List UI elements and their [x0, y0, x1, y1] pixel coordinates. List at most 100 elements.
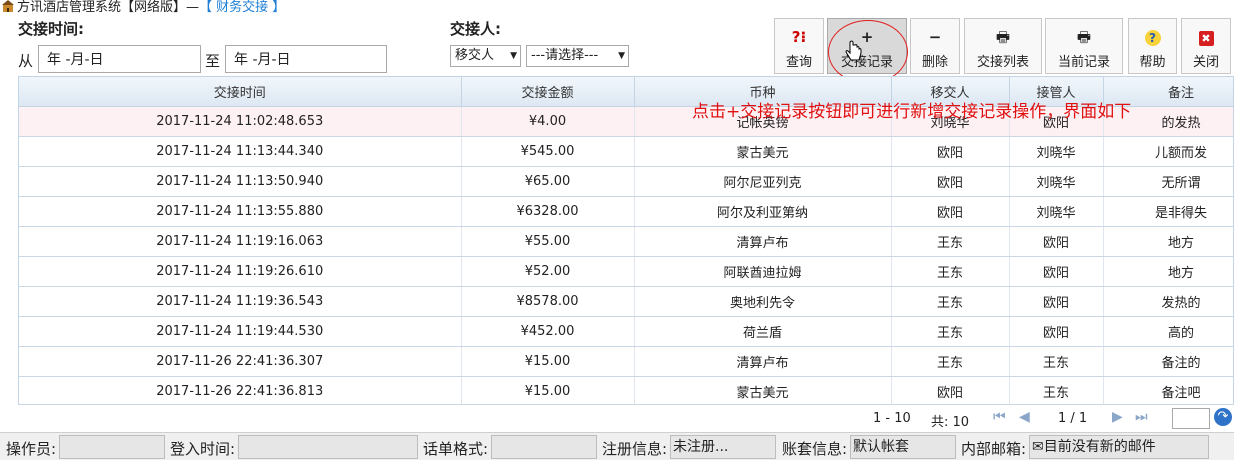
account-info-label: 账套信息:: [782, 440, 848, 458]
tutorial-annotation: 点击+交接记录按钮即可进行新增交接记录操作，界面如下: [692, 102, 1132, 122]
dropdown-arrow-icon: ▼: [510, 51, 517, 61]
app-title: 方讯酒店管理系统【网络版】—: [17, 0, 200, 15]
cell-currency: 阿尔尼亚列克: [634, 166, 892, 197]
operator-label: 操作员:: [6, 440, 57, 458]
time-filter-label: 交接时间:: [18, 20, 84, 38]
person-role-value: 移交人: [455, 48, 495, 63]
cell-currency: 蒙古美元: [634, 376, 892, 407]
cell-handover-person: 王东: [891, 316, 1010, 347]
close-icon: ✖: [1182, 27, 1230, 49]
login-time-label: 登入时间:: [170, 440, 236, 458]
cell-remark: 高的: [1103, 316, 1233, 347]
cell-amount: ¥65.00: [461, 166, 635, 197]
cell-time: 2017-11-26 22:41:36.307: [19, 346, 462, 377]
cell-amount: ¥4.00: [461, 106, 635, 137]
table-row[interactable]: 2017-11-24 11:13:55.880 ¥6328.00 阿尔及利亚第纳 欧阳…: [19, 196, 1233, 227]
column-header-amount[interactable]: 交接金额: [461, 77, 635, 107]
cell-amount: ¥452.00: [461, 316, 635, 347]
table-row[interactable]: 2017-11-24 11:13:50.940 ¥65.00 阿尔尼亚列克 欧阳 刘晓华…: [19, 166, 1233, 197]
cell-time: 2017-11-24 11:19:26.610: [19, 256, 462, 287]
next-page-icon[interactable]: ▶: [1112, 409, 1123, 425]
cell-receiver: 刘晓华: [1009, 136, 1104, 167]
cell-handover-person: 欧阳: [891, 196, 1010, 227]
cell-remark: 发热的: [1103, 286, 1233, 317]
current-record-button[interactable]: 🖶 当前记录: [1045, 18, 1123, 74]
account-info-field: 默认帐套: [850, 435, 956, 459]
from-date-input[interactable]: [38, 45, 201, 73]
table-row[interactable]: 2017-11-24 11:19:36.543 ¥8578.00 奥地利先令 王东 欧阳…: [19, 286, 1233, 317]
table-row[interactable]: 2017-11-24 11:13:44.340 ¥545.00 蒙古美元 欧阳 刘晓华儿…: [19, 136, 1233, 167]
person-select[interactable]: ---请选择--- ▼: [526, 45, 629, 67]
cell-currency: 清算卢布: [634, 226, 892, 257]
internal-mail-label: 内部邮箱:: [961, 440, 1027, 458]
printer-icon: 🖶: [1076, 28, 1092, 46]
cell-time: 2017-11-24 11:13:55.880: [19, 196, 462, 227]
cell-amount: ¥545.00: [461, 136, 635, 167]
cell-receiver: 欧阳: [1009, 256, 1104, 287]
record-total: 共: 10: [931, 415, 970, 430]
cell-handover-person: 欧阳: [891, 376, 1010, 407]
person-select-value: ---请选择---: [531, 48, 599, 63]
highlight-circle: [828, 20, 908, 84]
register-info-field: 未注册...: [670, 435, 776, 459]
cell-amount: ¥15.00: [461, 346, 635, 377]
column-header-time[interactable]: 交接时间: [19, 77, 462, 107]
operator-field: [59, 435, 165, 459]
help-label: 帮助: [1139, 55, 1166, 70]
cell-remark: 是非得失: [1103, 196, 1233, 227]
table-row[interactable]: 2017-11-26 22:41:36.813 ¥15.00 蒙古美元 欧阳 王东 备注吧: [19, 376, 1233, 407]
cell-amount: ¥6328.00: [461, 196, 635, 227]
cell-currency: 荷兰盾: [634, 316, 892, 347]
hand-cursor-icon: [845, 40, 863, 68]
person-role-select[interactable]: 移交人 ▼: [450, 45, 521, 67]
delete-label: 删除: [921, 55, 948, 70]
close-button[interactable]: ✖ 关闭: [1181, 18, 1231, 74]
from-label: 从: [18, 52, 34, 70]
cell-amount: ¥8578.00: [461, 286, 635, 317]
status-bar: 操作员: 登入时间: 话单格式: 注册信息: 未注册... 账套信息: 默认帐套…: [0, 432, 1234, 460]
cell-handover-person: 王东: [891, 256, 1010, 287]
cell-remark: 地方: [1103, 256, 1233, 287]
bill-format-field: [491, 435, 597, 459]
handover-table: 交接时间 交接金额 币种 移交人 接管人 备注 2017-11-24 11:02…: [18, 76, 1234, 431]
cell-time: 2017-11-24 11:19:36.543: [19, 286, 462, 317]
cell-handover-person: 王东: [891, 346, 1010, 377]
cell-receiver: 欧阳: [1009, 226, 1104, 257]
cell-remark: 儿额而发: [1103, 136, 1233, 167]
prev-page-icon[interactable]: ◀: [1019, 409, 1030, 425]
cell-time: 2017-11-24 11:19:16.063: [19, 226, 462, 257]
to-date-input[interactable]: [225, 45, 387, 73]
cell-handover-person: 王东: [891, 286, 1010, 317]
table-row[interactable]: 2017-11-24 11:19:26.610 ¥52.00 阿联酋迪拉姆 王东 欧阳地…: [19, 256, 1233, 287]
cell-receiver: 刘晓华: [1009, 196, 1104, 227]
cell-amount: ¥55.00: [461, 226, 635, 257]
table-row[interactable]: 2017-11-26 22:41:36.307 ¥15.00 清算卢布 王东 王东 备注的: [19, 346, 1233, 377]
handover-list-label: 交接列表: [976, 55, 1029, 70]
go-page-icon[interactable]: ↷: [1214, 408, 1232, 426]
cell-amount: ¥15.00: [461, 376, 635, 407]
table-row[interactable]: 2017-11-24 11:19:44.530 ¥452.00 荷兰盾 王东 欧阳 高的: [19, 316, 1233, 347]
cell-remark: 备注吧: [1103, 376, 1233, 407]
help-button[interactable]: ? 帮助: [1128, 18, 1177, 74]
cell-receiver: 刘晓华: [1009, 166, 1104, 197]
internal-mail-field[interactable]: ✉目前没有新的邮件: [1029, 435, 1209, 459]
cell-time: 2017-11-26 22:41:36.813: [19, 376, 462, 407]
cell-receiver: 欧阳: [1009, 316, 1104, 347]
login-time-field: [238, 435, 418, 459]
handover-list-button[interactable]: 🖶 交接列表: [964, 18, 1042, 74]
cell-remark: 地方: [1103, 226, 1233, 257]
cell-handover-person: 欧阳: [891, 136, 1010, 167]
app-logo-icon: [2, 0, 14, 12]
cell-currency: 阿尔及利亚第纳: [634, 196, 892, 227]
cell-receiver: 欧阳: [1009, 286, 1104, 317]
cell-currency: 清算卢布: [634, 346, 892, 377]
cell-time: 2017-11-24 11:19:44.530: [19, 316, 462, 347]
table-row[interactable]: 2017-11-24 11:19:16.063 ¥55.00 清算卢布 王东 欧阳 地方: [19, 226, 1233, 257]
pagination-bar: 1 - 10 共: 10 ⏮ ◀ 1 / 1 ▶ ⏭ ↷: [18, 404, 1234, 432]
bill-format-label: 话单格式:: [423, 440, 489, 458]
delete-button[interactable]: − 删除: [910, 18, 960, 74]
last-page-icon[interactable]: ⏭: [1135, 409, 1148, 425]
first-page-icon[interactable]: ⏮: [993, 409, 1006, 425]
page-jump-input[interactable]: [1172, 408, 1210, 429]
query-button[interactable]: ?⁝ 查询: [774, 18, 824, 74]
